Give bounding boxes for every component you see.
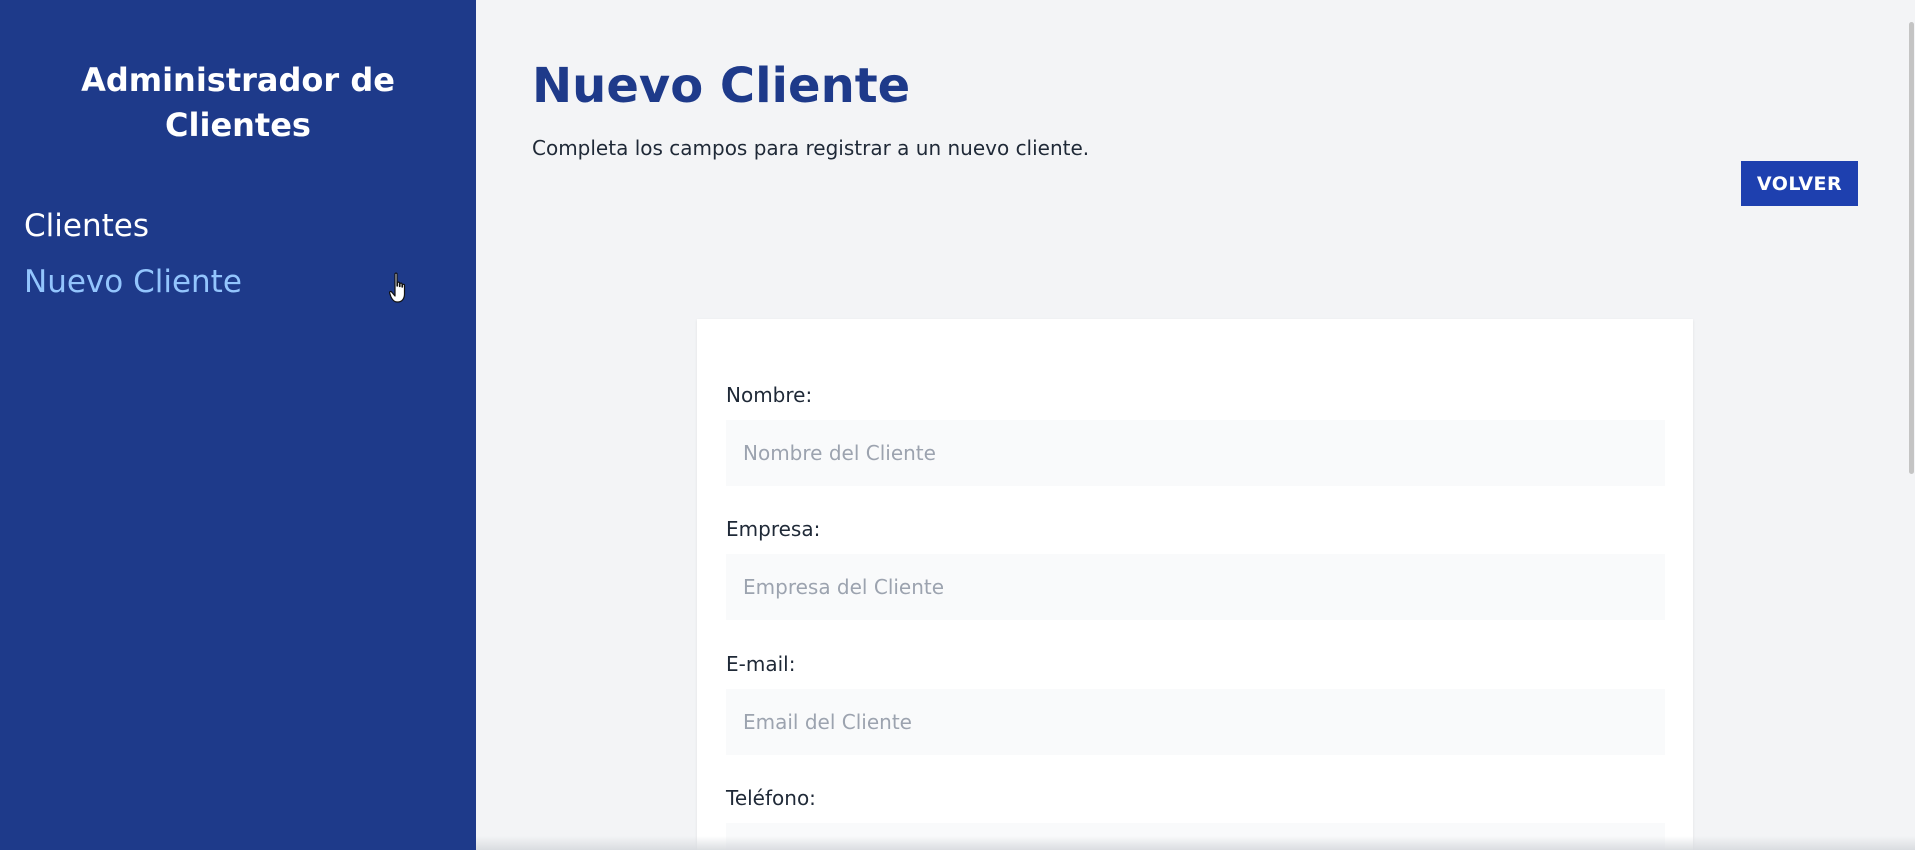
- nombre-input[interactable]: [726, 420, 1665, 486]
- hand-pointer-icon: [389, 272, 406, 303]
- empresa-input[interactable]: [726, 554, 1665, 620]
- email-label: E-mail:: [726, 652, 796, 676]
- bottom-edge-shadow: [476, 836, 1915, 850]
- sidebar-item-clientes[interactable]: Clientes: [24, 206, 149, 246]
- scrollbar-thumb[interactable]: [1909, 22, 1914, 474]
- sidebar-item-nuevo-cliente[interactable]: Nuevo Cliente: [24, 262, 242, 302]
- scrollbar[interactable]: [1907, 0, 1915, 850]
- sidebar-title: Administrador de Clientes: [81, 61, 395, 144]
- app-window: Administrador de Clientes Clientes Nuevo…: [0, 0, 1915, 850]
- page-title: Nuevo Cliente: [532, 58, 911, 114]
- telefono-label: Teléfono:: [726, 786, 816, 810]
- sidebar: Administrador de Clientes Clientes Nuevo…: [0, 0, 476, 850]
- email-input[interactable]: [726, 689, 1665, 755]
- volver-button[interactable]: VOLVER: [1741, 161, 1858, 206]
- main-content: Nuevo Cliente Completa los campos para r…: [476, 0, 1915, 850]
- new-client-form: Nombre: Empresa: E-mail: Teléfono:: [697, 319, 1693, 850]
- nombre-label: Nombre:: [726, 383, 813, 407]
- page-subtitle: Completa los campos para registrar a un …: [532, 136, 1090, 160]
- empresa-label: Empresa:: [726, 517, 821, 541]
